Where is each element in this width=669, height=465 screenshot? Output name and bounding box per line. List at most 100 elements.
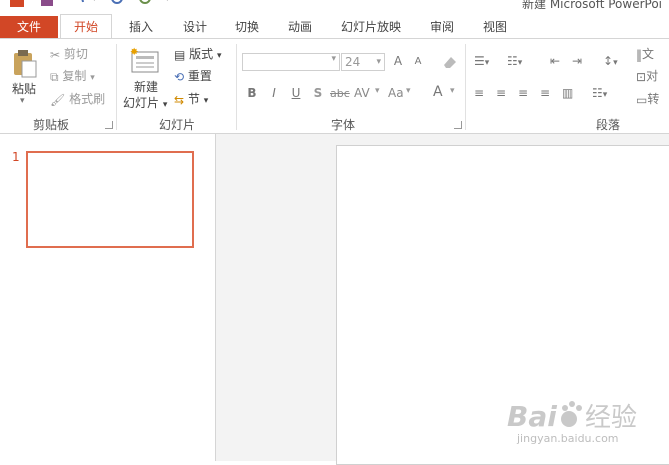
clear-formatting-icon[interactable] [442,54,458,70]
font-launcher-icon[interactable] [454,121,462,129]
group-divider [236,44,237,130]
convert-label: 转 [647,92,660,106]
align-left-button[interactable]: ≡ [474,86,484,100]
increase-indent-button[interactable]: ⇥ [572,54,582,68]
convert-smartart-button[interactable]: ▭转 [636,90,659,108]
align-center-button[interactable]: ≡ [496,86,506,100]
tab-animations[interactable]: 动画 [285,16,315,38]
layout-icon: ▤ [174,47,186,62]
font-size-value: 24 [345,55,361,69]
slide-number: 1 [12,150,20,164]
tab-transitions[interactable]: 切换 [232,16,262,38]
powerpoint-logo-icon [10,0,24,7]
reset-icon: ⟲ [174,69,185,84]
slide-thumbnail[interactable] [26,151,194,248]
columns-button[interactable]: ☷▾ [592,86,607,100]
columns-dropdown-icon[interactable]: ▾ [603,90,608,100]
tab-file[interactable]: 文件 [0,16,58,38]
char-spacing-dropdown-icon[interactable]: ▾ [375,86,380,96]
underline-button[interactable]: U [288,86,304,100]
redo-icon[interactable] [110,0,124,7]
increase-indent-icon: ⇥ [572,54,583,68]
layout-button[interactable]: ▤ 版式 ▾ [174,45,222,63]
svg-text:✸: ✸ [130,47,138,58]
align-text-icon: ⊡ [636,69,647,84]
font-size-combo[interactable]: 24 ▾ [341,53,385,71]
grow-font-button[interactable]: A [390,54,406,68]
bullets-button[interactable]: ☰▾ [474,54,489,68]
tab-insert[interactable]: 插入 [126,16,156,38]
columns-icon: ☷ [592,86,603,100]
section-button[interactable]: ⇆ 节 ▾ [174,90,208,108]
reset-label: 重置 [187,69,212,83]
numbering-dropdown-icon[interactable]: ▾ [518,58,523,68]
paragraph-group-label: 段落 [595,118,620,132]
font-color-button[interactable]: A [433,84,443,100]
tab-view[interactable]: 视图 [480,16,510,38]
copy-dropdown-icon[interactable]: ▾ [90,73,95,83]
justify-button[interactable]: ≡ [540,86,550,100]
bullets-icon: ☰ [474,54,485,68]
tab-home[interactable]: 开始 [60,14,112,39]
shrink-font-button[interactable]: A [410,56,426,67]
tab-slideshow[interactable]: 幻灯片放映 [340,16,402,38]
title-bar: ▾ ▾ 新建 Microsoft PowerPoi [0,0,669,12]
new-slide-line2: 幻灯片 [123,96,160,110]
distributed-button[interactable]: ▥ [562,86,573,100]
clipboard-group-label: 剪贴板 [32,118,69,132]
tab-design[interactable]: 设计 [180,16,210,38]
font-name-combo[interactable]: ▾ [242,53,340,71]
text-direction-button[interactable]: ‖文 [636,45,654,63]
from-beginning-icon[interactable] [138,0,152,7]
customize-toolbar-icon[interactable]: ▾ [165,0,170,4]
tab-review[interactable]: 审阅 [427,16,457,38]
copy-label: 复制 [62,69,87,83]
line-spacing-icon: ↕ [603,54,614,68]
clipboard-launcher-icon[interactable] [105,121,113,129]
line-spacing-button[interactable]: ↕▾ [603,54,618,68]
font-color-dropdown-icon[interactable]: ▾ [450,86,455,96]
paste-icon[interactable] [12,48,38,78]
cut-label: 剪切 [63,47,88,61]
new-slide-dropdown-icon[interactable]: ▾ [163,100,168,110]
bullets-dropdown-icon[interactable]: ▾ [485,58,490,68]
watermark-url: jingyan.baidu.com [517,432,619,445]
decrease-indent-button[interactable]: ⇤ [550,54,560,68]
new-slide-icon[interactable]: ✸ [130,46,160,76]
align-center-icon: ≡ [496,86,507,100]
bold-button[interactable]: B [244,86,260,100]
section-dropdown-icon: ▾ [203,96,209,106]
group-divider [465,44,466,130]
undo-dropdown-icon[interactable]: ▾ [92,0,97,4]
group-divider [116,44,117,130]
align-right-button[interactable]: ≡ [518,86,528,100]
undo-icon[interactable] [72,0,86,7]
font-group-label: 字体 [330,118,355,132]
change-case-dropdown-icon[interactable]: ▾ [406,86,411,96]
char-spacing-button[interactable]: AV [354,86,370,100]
baidu-logo-icon: Bai 经验 [507,400,637,433]
window-title: 新建 Microsoft PowerPoi [522,0,663,11]
reset-button[interactable]: ⟲ 重置 [174,67,212,85]
font-size-dropdown-icon[interactable]: ▾ [376,54,381,70]
change-case-button[interactable]: Aa [388,86,404,100]
new-slide-button[interactable]: 幻灯片 ▾ [123,94,167,112]
cut-button[interactable]: ✂ 剪切 [50,45,88,63]
italic-button[interactable]: I [266,86,282,100]
font-name-dropdown-icon[interactable]: ▾ [331,54,336,64]
paste-dropdown-icon[interactable]: ▾ [20,96,25,106]
layout-dropdown-icon: ▾ [217,51,222,61]
numbering-button[interactable]: ☷▾ [507,54,522,68]
copy-icon: ⧉ [50,69,59,84]
format-painter-label: 格式刷 [69,92,106,106]
section-label: 节 [187,92,200,106]
strikethrough-button[interactable]: abc [330,87,350,100]
align-text-button[interactable]: ⊡对 [636,67,658,85]
copy-button[interactable]: ⧉ 复制 ▾ [50,67,95,85]
distributed-icon: ▥ [562,86,574,100]
save-icon[interactable] [40,0,54,7]
line-spacing-dropdown-icon[interactable]: ▾ [613,58,618,68]
svg-text:Bai: Bai [507,400,557,433]
format-painter-button[interactable]: 🖌 格式刷 [50,90,105,108]
text-shadow-button[interactable]: S [310,86,326,100]
